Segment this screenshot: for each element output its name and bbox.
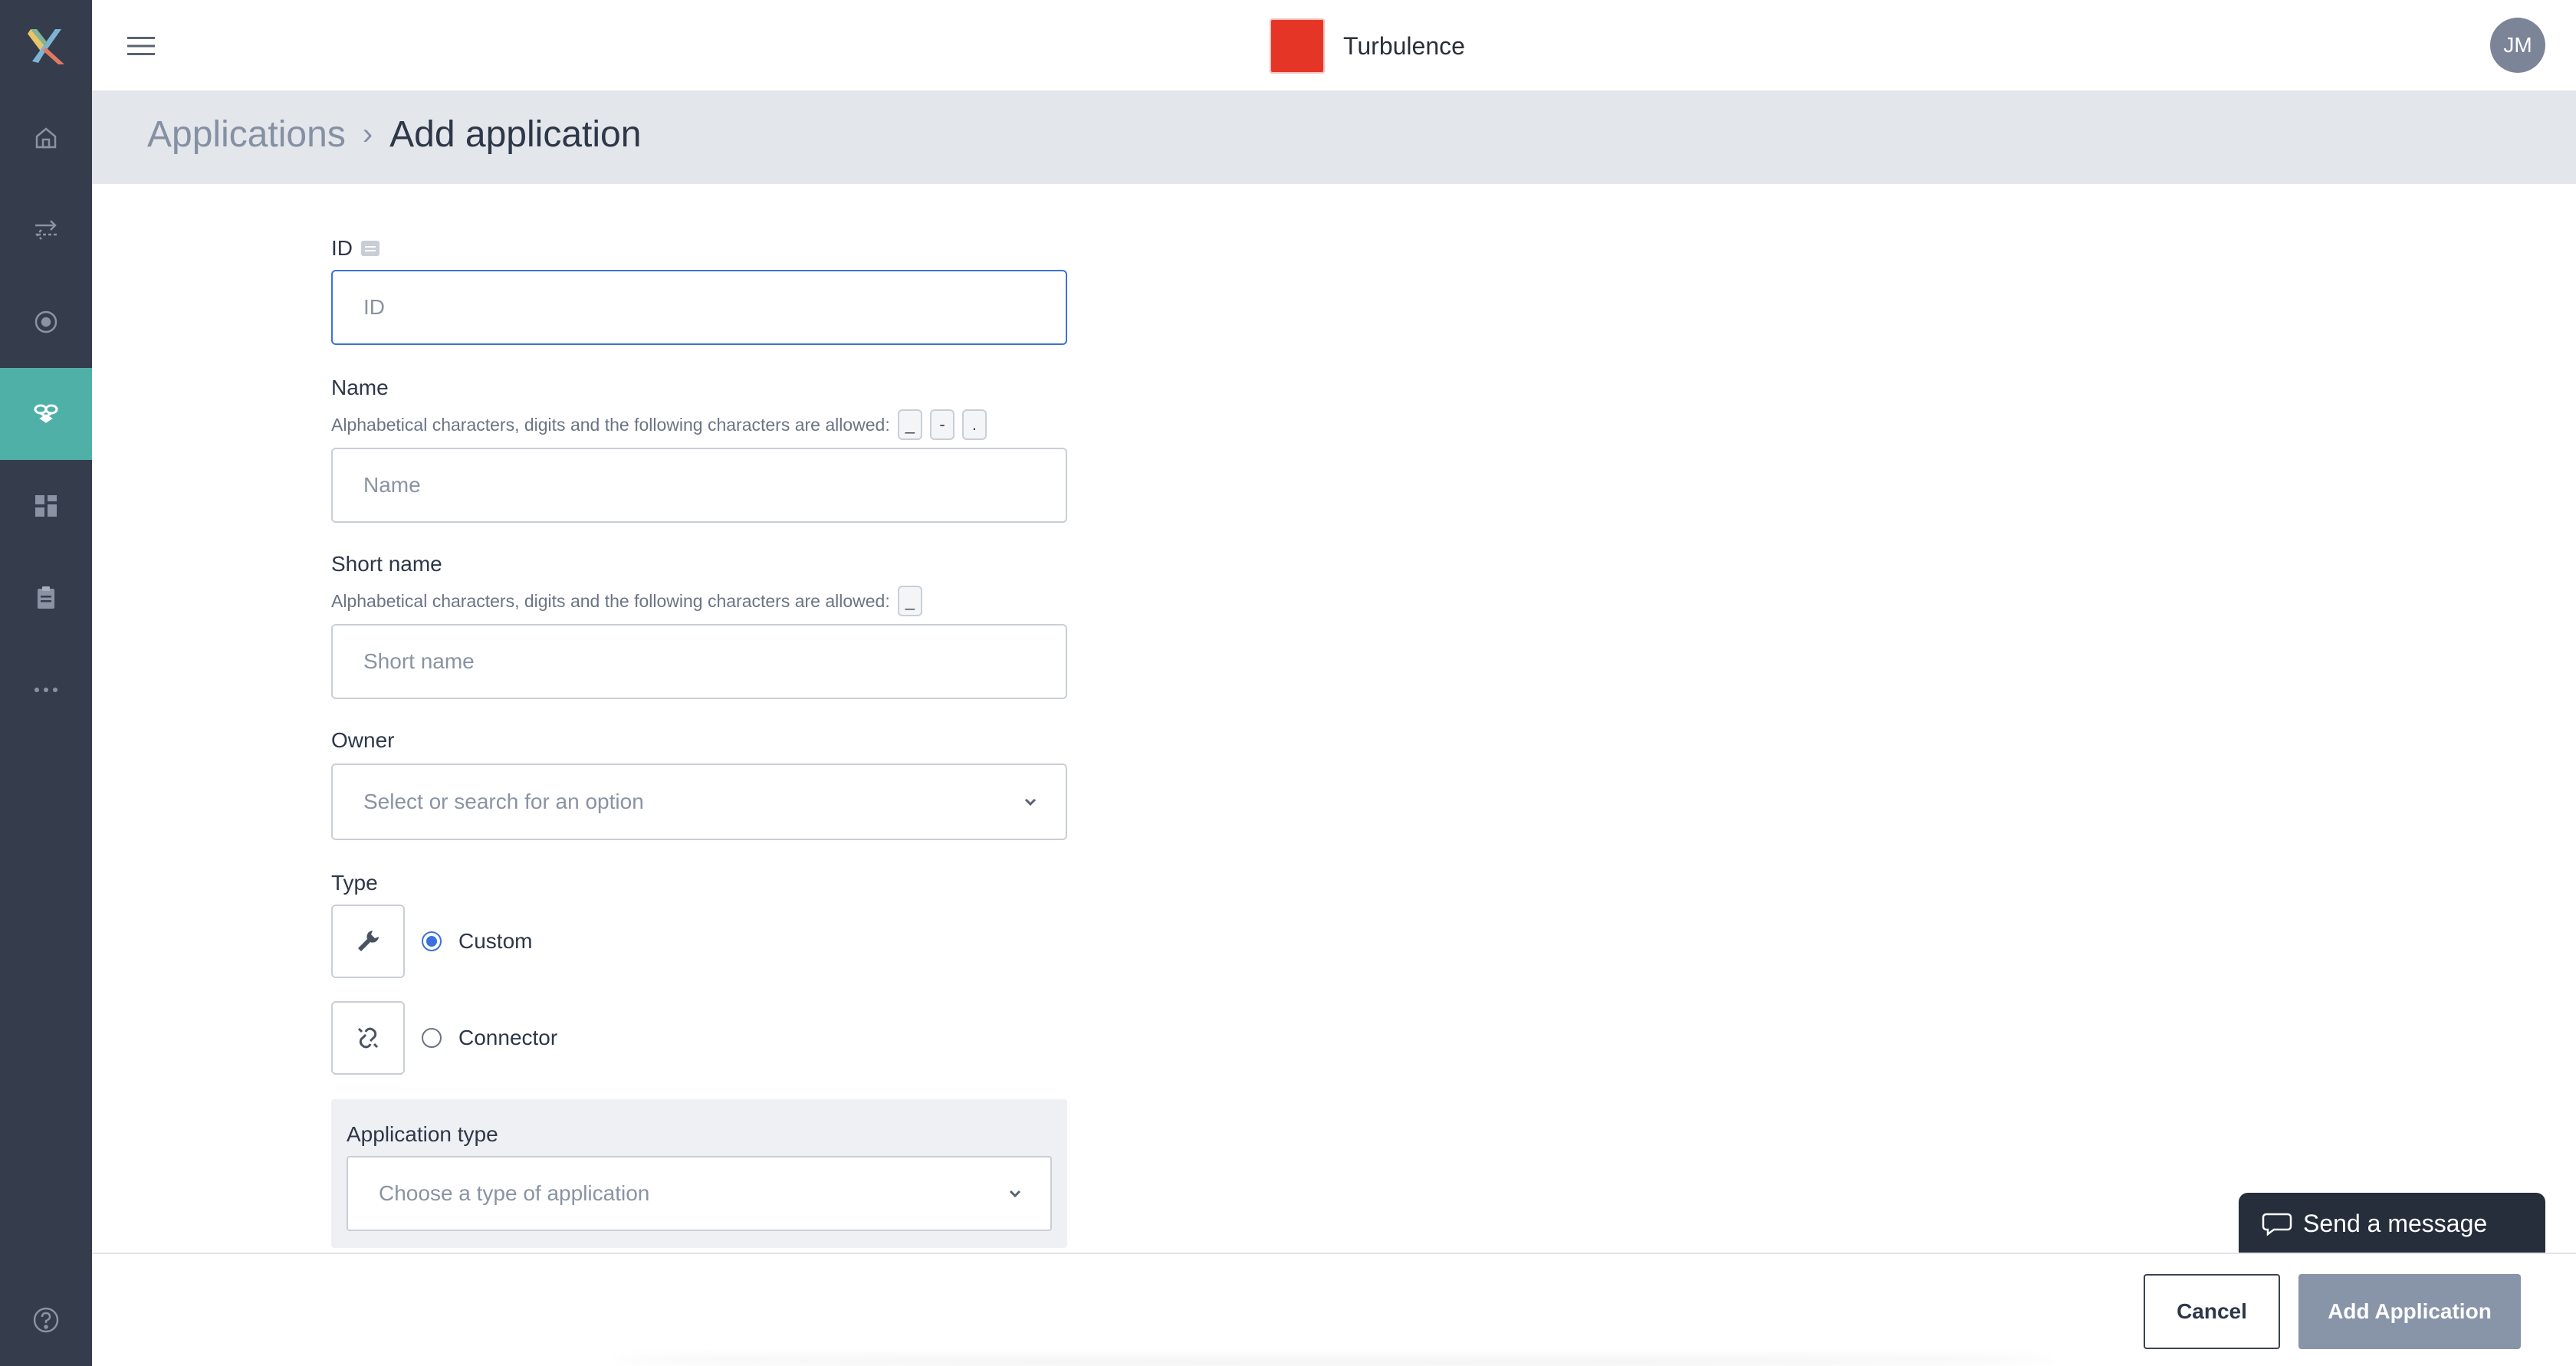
app-logo-icon	[28, 29, 64, 64]
footer-shadow	[613, 1352, 2055, 1366]
type-option-custom[interactable]: Custom	[331, 905, 532, 978]
type-connector-radio[interactable]	[422, 1028, 442, 1048]
sidebar	[0, 0, 92, 1366]
application-type-label: Application type	[347, 1122, 498, 1146]
more-dots-icon	[34, 688, 58, 692]
transfer-arrows-icon	[35, 220, 57, 240]
type-label: Type	[331, 871, 378, 895]
breadcrumb-separator: ›	[362, 117, 373, 151]
sidebar-item-more[interactable]	[0, 644, 92, 736]
help-icon	[33, 1307, 59, 1333]
sidebar-item-transfers[interactable]	[0, 184, 92, 276]
hamburger-icon	[127, 37, 155, 55]
type-custom-label: Custom	[458, 929, 533, 953]
link-icon	[357, 1027, 379, 1049]
form-actions-bar: Cancel Add Application	[92, 1253, 2576, 1366]
chevron-down-icon	[1024, 798, 1037, 806]
wrench-icon	[358, 931, 379, 951]
owner-select-placeholder: Select or search for an option	[363, 790, 644, 813]
type-custom-radio[interactable]	[422, 931, 442, 951]
id-label: ID	[331, 236, 353, 260]
sidebar-item-dashboard[interactable]	[0, 460, 92, 552]
application-type-select[interactable]: Choose a type of application	[347, 1156, 1052, 1231]
name-hint-text: Alphabetical characters, digits and the …	[331, 414, 890, 435]
name-hint: Alphabetical characters, digits and the …	[331, 409, 987, 440]
short-name-hint-text: Alphabetical characters, digits and the …	[331, 590, 890, 611]
owner-select[interactable]: Select or search for an option	[331, 763, 1067, 840]
breadcrumb: Applications › Add application	[147, 113, 641, 156]
top-header: Turbulence JM	[92, 0, 2576, 92]
brand: Turbulence	[1270, 17, 1465, 75]
dashboard-grid-icon	[35, 495, 57, 517]
allowed-char-underscore: _	[897, 586, 922, 616]
allowed-char-dot: .	[961, 409, 987, 440]
type-connector-label: Connector	[458, 1026, 558, 1049]
info-card-icon	[361, 241, 380, 256]
clipboard-icon	[38, 586, 54, 609]
sidebar-item-help[interactable]	[0, 1274, 92, 1366]
brand-logo	[1270, 18, 1325, 74]
page-title: Add application	[389, 114, 642, 155]
avatar[interactable]: JM	[2490, 18, 2545, 73]
short-name-input[interactable]	[331, 624, 1067, 699]
chat-bubble-icon	[2262, 1213, 2292, 1236]
sidebar-item-home[interactable]	[0, 92, 92, 184]
name-input[interactable]	[331, 448, 1067, 523]
application-type-panel: Application type Choose a type of applic…	[331, 1099, 1067, 1248]
id-label-row: ID	[331, 236, 380, 261]
menu-toggle-button[interactable]	[123, 28, 159, 64]
chevron-down-icon	[1009, 1190, 1021, 1198]
name-label: Name	[331, 376, 389, 399]
cancel-button[interactable]: Cancel	[2144, 1274, 2280, 1349]
send-message-widget[interactable]: Send a message	[2239, 1193, 2545, 1254]
sidebar-item-target[interactable]	[0, 276, 92, 368]
breadcrumb-applications-link[interactable]: Applications	[147, 113, 346, 156]
brand-name: Turbulence	[1343, 31, 1465, 60]
target-icon	[34, 310, 58, 333]
short-name-hint: Alphabetical characters, digits and the …	[331, 586, 922, 616]
breadcrumb-bar: Applications › Add application	[92, 92, 2576, 184]
type-connector-icon-box	[331, 1001, 405, 1075]
applications-icon	[34, 404, 58, 423]
type-option-connector[interactable]: Connector	[331, 1001, 557, 1075]
send-message-label: Send a message	[2303, 1209, 2488, 1237]
application-type-placeholder: Choose a type of application	[379, 1181, 650, 1205]
type-custom-icon-box	[331, 905, 405, 978]
home-icon	[35, 127, 57, 149]
owner-label: Owner	[331, 728, 395, 752]
sidebar-item-applications[interactable]	[0, 368, 92, 460]
id-input[interactable]	[331, 270, 1067, 345]
add-application-button[interactable]: Add Application	[2298, 1274, 2521, 1349]
allowed-char-hyphen: -	[929, 409, 955, 440]
app-logo[interactable]	[0, 0, 92, 92]
allowed-char-underscore: _	[897, 409, 922, 440]
sidebar-item-reports[interactable]	[0, 552, 92, 644]
short-name-label: Short name	[331, 552, 442, 576]
